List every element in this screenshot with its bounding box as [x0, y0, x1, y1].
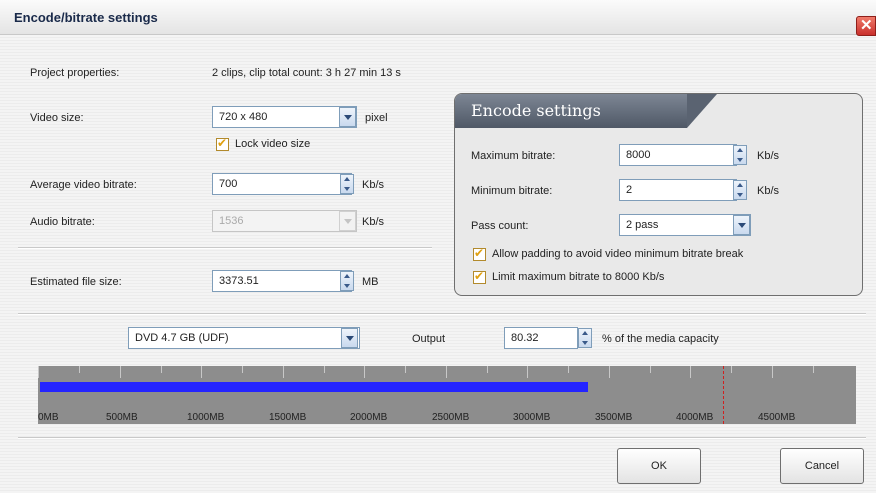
max-bitrate-label: Maximum bitrate:	[471, 150, 556, 162]
capacity-axis-label: 4500MB	[758, 412, 796, 423]
encode-settings-title: Encode settings	[471, 101, 601, 120]
capacity-tick	[446, 366, 447, 378]
audio-bitrate-unit: Kb/s	[362, 216, 385, 228]
cancel-button[interactable]: Cancel	[780, 448, 864, 484]
media-type-dropdown-icon[interactable]	[341, 328, 358, 348]
capacity-tick	[527, 366, 528, 378]
ok-button[interactable]: OK	[617, 448, 701, 484]
capacity-minor-tick	[405, 366, 406, 373]
capacity-axis-label: 2000MB	[350, 412, 388, 423]
capacity-tick	[283, 366, 284, 378]
capacity-minor-tick	[650, 366, 651, 373]
video-size-select[interactable]: 720 x 480	[212, 106, 357, 128]
media-type-select[interactable]: DVD 4.7 GB (UDF)	[128, 327, 360, 349]
capacity-minor-tick	[487, 366, 488, 373]
avg-bitrate-input[interactable]: 700	[212, 173, 352, 195]
lock-video-size-label: Lock video size	[235, 138, 311, 150]
limit-max-bitrate-label: Limit maximum bitrate to 8000 Kb/s	[492, 271, 665, 283]
capacity-minor-tick	[79, 366, 80, 373]
file-size-input[interactable]: 3373.51	[212, 270, 352, 292]
media-separator	[18, 313, 866, 315]
capacity-minor-tick	[568, 366, 569, 373]
capacity-axis-label: 2500MB	[432, 412, 470, 423]
capacity-tick	[120, 366, 121, 378]
audio-bitrate-value: 1536	[219, 215, 244, 227]
max-bitrate-input[interactable]: 8000	[619, 144, 737, 166]
title-bar: Encode/bitrate settings ✕	[0, 0, 876, 36]
capacity-minor-tick	[324, 366, 325, 373]
video-size-label: Video size:	[30, 112, 84, 124]
output-percent-suffix: % of the media capacity	[602, 333, 719, 345]
capacity-minor-tick	[731, 366, 732, 373]
avg-bitrate-unit: Kb/s	[362, 179, 385, 191]
audio-bitrate-select[interactable]: 1536	[212, 210, 357, 232]
file-size-unit: MB	[362, 276, 379, 288]
capacity-minor-tick	[242, 366, 243, 373]
capacity-limit-marker	[723, 366, 724, 424]
media-type-value: DVD 4.7 GB (UDF)	[135, 332, 229, 344]
max-bitrate-unit: Kb/s	[757, 150, 780, 162]
pass-count-select[interactable]: 2 pass	[619, 214, 751, 236]
project-properties-label: Project properties:	[30, 67, 120, 79]
min-bitrate-unit: Kb/s	[757, 185, 780, 197]
project-properties-value: 2 clips, clip total count: 3 h 27 min 13…	[212, 67, 401, 79]
video-size-dropdown-icon[interactable]	[339, 107, 356, 127]
audio-bitrate-dropdown-icon[interactable]	[339, 211, 356, 231]
video-size-value: 720 x 480	[219, 111, 268, 123]
file-size-spinner[interactable]	[340, 271, 354, 291]
encode-bitrate-dialog: Encode/bitrate settings ✕ Project proper…	[0, 0, 876, 493]
capacity-tick	[364, 366, 365, 378]
capacity-tick	[609, 366, 610, 378]
capacity-tick	[772, 366, 773, 378]
avg-bitrate-label: Average video bitrate:	[30, 179, 137, 191]
audio-bitrate-label: Audio bitrate:	[30, 216, 95, 228]
capacity-axis-label: 1000MB	[187, 412, 225, 423]
capacity-axis-label: 3000MB	[513, 412, 551, 423]
lock-video-size-checkbox[interactable]	[216, 136, 229, 151]
close-button[interactable]: ✕	[856, 16, 876, 36]
capacity-minor-tick	[813, 366, 814, 373]
pass-count-dropdown-icon[interactable]	[733, 215, 750, 235]
capacity-axis-label: 0MB	[38, 412, 59, 423]
min-bitrate-value: 2	[626, 184, 633, 196]
capacity-axis-label: 1500MB	[269, 412, 307, 423]
avg-bitrate-value: 700	[219, 178, 238, 190]
left-separator	[18, 247, 432, 249]
capacity-axis-label: 3500MB	[595, 412, 633, 423]
capacity-tick	[38, 366, 39, 378]
avg-bitrate-spinner[interactable]	[340, 174, 354, 194]
encode-settings-panel: Encode settings Maximum bitrate: 8000 Kb…	[454, 93, 863, 296]
output-percent-input[interactable]: 80.32	[504, 327, 578, 349]
min-bitrate-spinner[interactable]	[733, 180, 747, 200]
min-bitrate-input[interactable]: 2	[619, 179, 737, 201]
window-title: Encode/bitrate settings	[14, 10, 158, 25]
file-size-label: Estimated file size:	[30, 276, 122, 288]
close-icon: ✕	[860, 17, 873, 34]
video-size-unit: pixel	[365, 112, 388, 124]
max-bitrate-spinner[interactable]	[733, 145, 747, 165]
output-percent-spinner[interactable]	[578, 328, 592, 348]
pass-count-value: 2 pass	[626, 219, 659, 231]
file-size-value: 3373.51	[219, 275, 259, 287]
allow-padding-label: Allow padding to avoid video minimum bit…	[492, 248, 744, 260]
allow-padding-checkbox[interactable]	[473, 246, 486, 261]
pass-count-label: Pass count:	[471, 220, 529, 232]
capacity-axis-label: 500MB	[106, 412, 138, 423]
min-bitrate-label: Minimum bitrate:	[471, 185, 553, 197]
capacity-tick	[201, 366, 202, 378]
capacity-axis-label: 4000MB	[676, 412, 714, 423]
capacity-fill-bar	[40, 382, 588, 392]
capacity-tick	[690, 366, 691, 378]
bottom-separator	[18, 437, 866, 439]
output-label: Output	[412, 333, 446, 345]
capacity-minor-tick	[161, 366, 162, 373]
output-percent-value: 80.32	[511, 332, 539, 344]
limit-max-bitrate-checkbox[interactable]	[473, 269, 486, 284]
encode-settings-header: Encode settings	[455, 94, 717, 128]
max-bitrate-value: 8000	[626, 149, 651, 161]
